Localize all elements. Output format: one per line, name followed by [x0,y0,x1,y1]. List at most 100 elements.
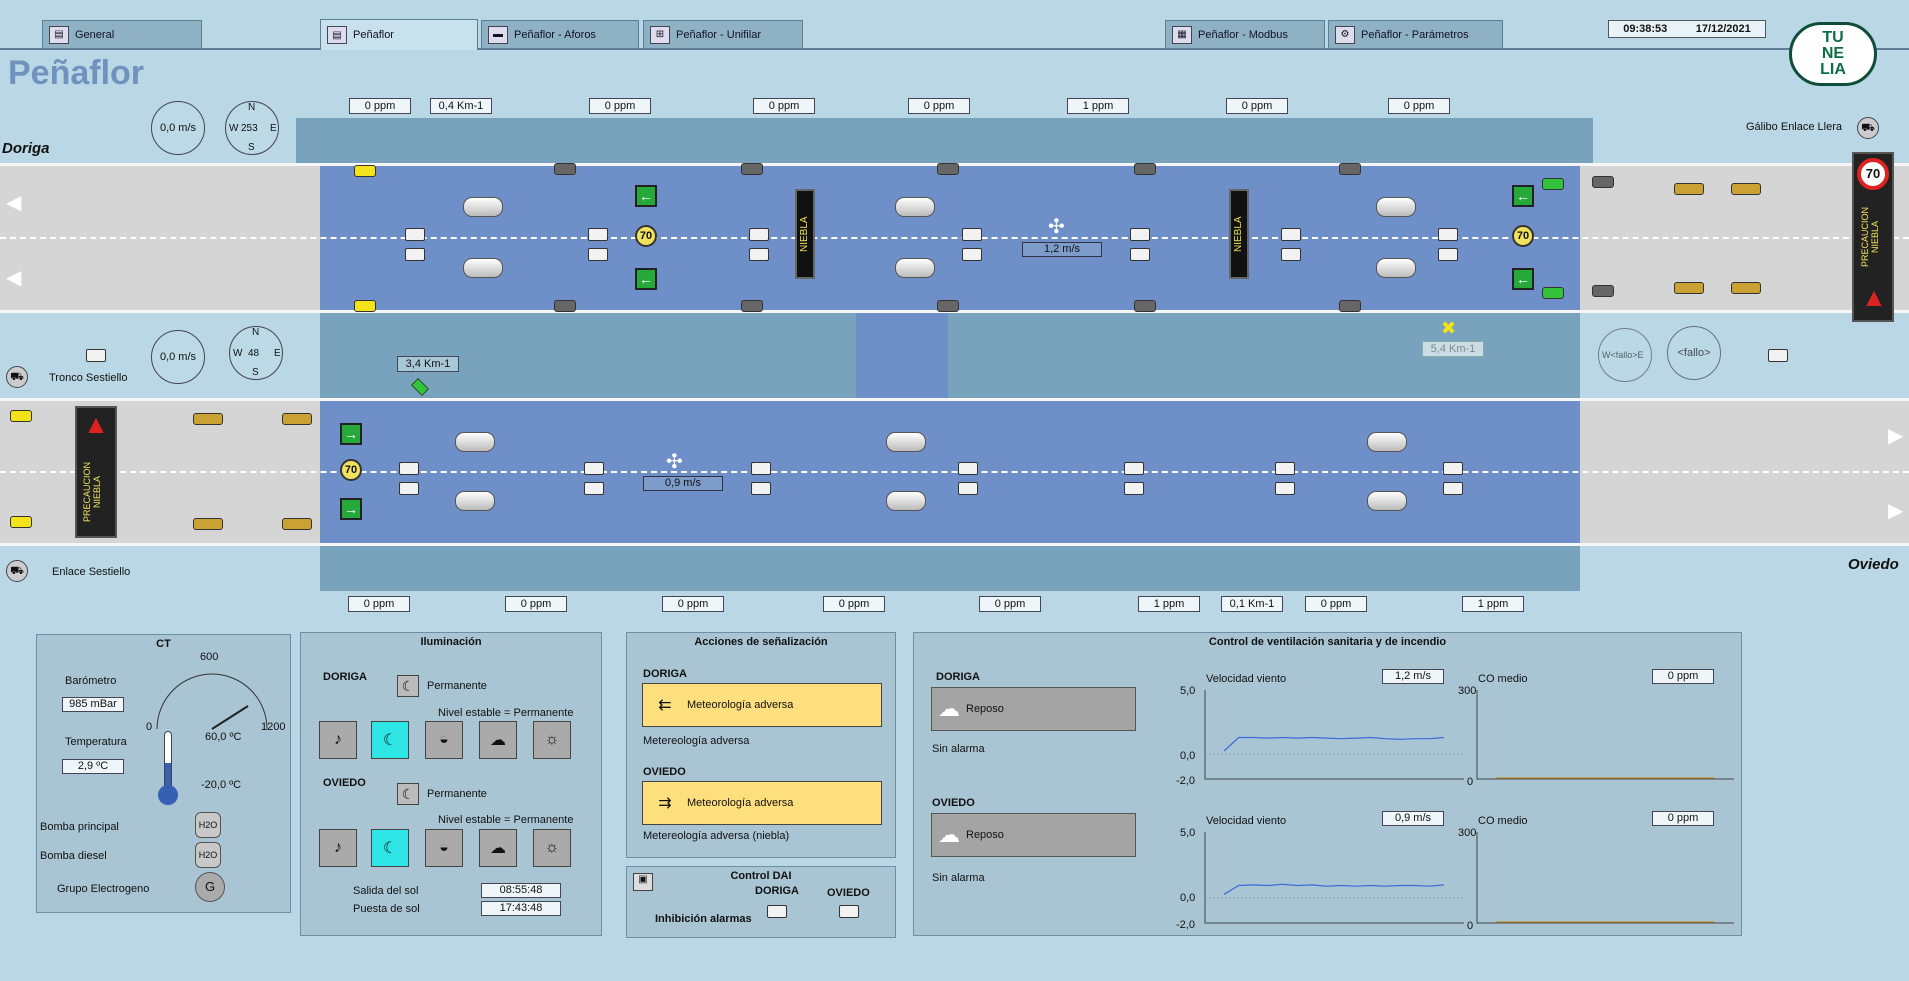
tab-penaflor-modbus[interactable]: ▦ Peñaflor - Modbus [1165,20,1325,48]
jet-fan-icon[interactable] [886,491,926,511]
tab-penaflor-unifilar[interactable]: ⊞ Peñaflor - Unifilar [643,20,803,48]
oviedo-state-box[interactable]: ☁ Reposo [931,813,1136,857]
jet-fan-icon[interactable] [886,432,926,452]
truck-icon: ⛟ [1857,117,1879,139]
camera-icon[interactable] [588,248,608,261]
camera-icon[interactable] [405,228,425,241]
camera-icon[interactable] [86,349,106,362]
jet-fan-icon[interactable] [1376,258,1416,278]
camera-icon[interactable] [1281,248,1301,261]
speed-limit-sign[interactable]: 70 [635,225,657,247]
axis-label: -2,0 [1176,919,1195,931]
pump-icon[interactable]: H2O [195,812,221,838]
oviedo-action-box[interactable]: ⇉ Meteorología adversa [642,781,882,825]
camera-icon[interactable] [751,462,771,475]
velocidad-label: Velocidad viento [1206,815,1287,827]
camera-icon[interactable] [1275,482,1295,495]
doriga-state-box[interactable]: ☁ Reposo [931,687,1136,731]
camera-icon[interactable] [1438,248,1458,261]
camera-icon[interactable] [584,482,604,495]
camera-icon[interactable] [1130,248,1150,261]
speed-limit-sign[interactable]: 70 [1512,225,1534,247]
lane-lamp [741,163,763,175]
camera-icon[interactable] [1443,462,1463,475]
lane-arrow-sign[interactable]: ← [1512,268,1534,290]
network-icon: ▦ [1172,25,1192,44]
camera-icon[interactable] [1130,228,1150,241]
tab-penaflor-parametros[interactable]: ⚙ Peñaflor - Parámetros [1328,20,1503,48]
doriga-action-box[interactable]: ⇇ Meteorología adversa [642,683,882,727]
camera-icon[interactable] [839,905,859,918]
camera-icon[interactable] [767,905,787,918]
camera-icon[interactable] [958,482,978,495]
sensor-readout: 0 ppm [1388,98,1450,114]
tab-general[interactable]: ▤ General [42,20,202,48]
tab-penaflor-aforos[interactable]: ▬ Peñaflor - Aforos [481,20,639,48]
jet-fan-icon[interactable] [895,197,935,217]
clock-time: 09:38:53 [1623,23,1668,35]
night-mode-button[interactable]: ☾ [371,829,409,867]
dusk-mode-button[interactable]: ◒ [425,829,463,867]
jet-fan-icon[interactable] [1367,491,1407,511]
speed-limit-sign[interactable]: 70 [340,459,362,481]
warning-triangle-icon: ▲ [83,409,109,439]
camera-icon[interactable] [1275,462,1295,475]
night-mode-button[interactable]: ☾ [371,721,409,759]
camera-icon[interactable] [399,482,419,495]
lane-lamp [193,413,223,425]
camera-icon[interactable] [1124,482,1144,495]
oviedo-co-chart [1476,832,1734,924]
panel-title: CT [156,638,171,650]
jet-fan-icon[interactable] [463,258,503,278]
section-doriga: DORIGA [936,671,980,683]
sunny-mode-button[interactable]: ☼ [533,721,571,759]
camera-icon[interactable] [405,248,425,261]
camera-icon[interactable] [399,462,419,475]
lane-arrow-sign[interactable]: ← [635,185,657,207]
alarm-icon: ✖ [1441,318,1457,338]
lane-arrow-sign[interactable]: → [340,423,362,445]
generator-icon[interactable]: G [195,872,225,902]
direction-right-icon: ▶ [1888,500,1904,522]
sunny-mode-button[interactable]: ☼ [533,829,571,867]
lane-arrow-sign[interactable]: ← [1512,185,1534,207]
jet-fan-icon[interactable] [1376,197,1416,217]
precaucion-text: PRECAUCION NIEBLA [82,462,102,523]
compass-fault: W<fallo>E [1602,350,1644,360]
camera-icon[interactable] [1443,482,1463,495]
camera-icon[interactable] [1768,349,1788,362]
jet-fan-icon[interactable] [455,491,495,511]
lane-divider [0,471,1909,473]
lane-arrow-sign[interactable]: ← [635,268,657,290]
fog-panel-sign[interactable]: NIEBLA [1229,189,1249,279]
sensor-readout: 0,1 Km-1 [1221,596,1283,612]
camera-icon[interactable] [962,248,982,261]
camera-icon[interactable] [1281,228,1301,241]
cloudy-mode-button[interactable]: ☁ [479,829,517,867]
camera-icon[interactable] [962,228,982,241]
fog-panel-sign[interactable]: NIEBLA [795,189,815,279]
lamp-button[interactable]: ♪ [319,829,357,867]
jet-fan-icon[interactable] [895,258,935,278]
jet-fan-icon[interactable] [463,197,503,217]
camera-icon[interactable] [588,228,608,241]
camera-icon[interactable] [584,462,604,475]
camera-icon[interactable] [749,248,769,261]
camera-icon[interactable] [751,482,771,495]
camera-icon[interactable] [1124,462,1144,475]
pump-icon[interactable]: H2O [195,842,221,868]
camera-icon[interactable] [749,228,769,241]
camera-icon[interactable] [958,462,978,475]
oviedo-co: 0 ppm [1652,811,1714,826]
tab-penaflor[interactable]: ▤ Peñaflor [320,19,478,50]
cloud-icon: ☁ [938,822,960,847]
tab-label: Peñaflor - Aforos [514,28,596,41]
cloudy-mode-button[interactable]: ☁ [479,721,517,759]
jet-fan-icon[interactable] [1367,432,1407,452]
dusk-mode-button[interactable]: ◒ [425,721,463,759]
jet-fan-icon[interactable] [455,432,495,452]
camera-icon[interactable] [1438,228,1458,241]
lane-arrow-sign[interactable]: → [340,498,362,520]
lamp-button[interactable]: ♪ [319,721,357,759]
sensor-readout: 3,4 Km-1 [397,356,459,372]
